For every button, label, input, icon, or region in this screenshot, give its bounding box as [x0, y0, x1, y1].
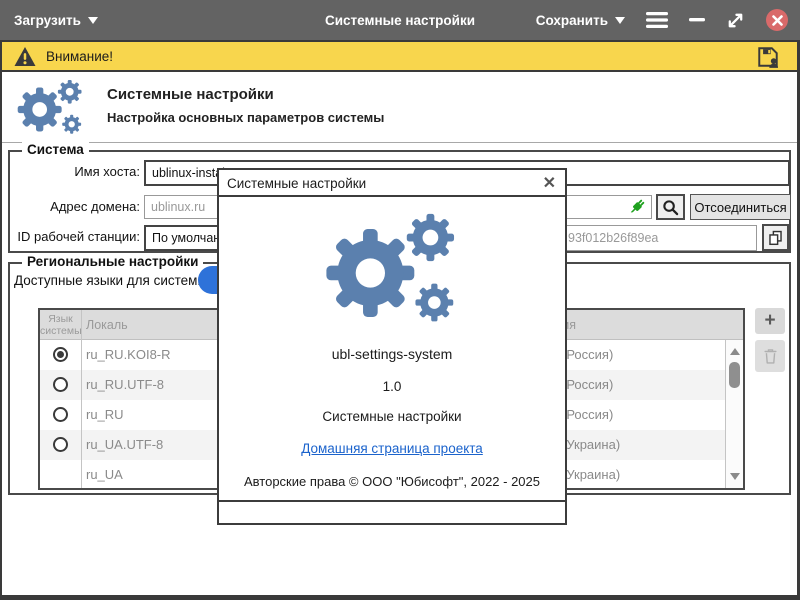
search-icon: [662, 199, 679, 216]
page-title: Системные настройки: [107, 86, 274, 103]
regional-section-legend: Региональные настройки: [22, 254, 203, 269]
trash-icon: [762, 347, 779, 365]
hostname-label: Имя хоста:: [12, 164, 140, 179]
warning-bar: Внимание!: [0, 42, 800, 72]
warning-text: Внимание!: [46, 49, 113, 64]
copy-icon: [767, 229, 784, 246]
workstation-id-label: ID рабочей станции:: [12, 229, 140, 244]
app-window: Загрузить Системные настройки Сохранить: [0, 0, 800, 600]
minimize-button[interactable]: [689, 18, 705, 22]
about-dialog-title: Системные настройки: [227, 176, 366, 191]
radio-icon[interactable]: [53, 407, 68, 422]
dialog-close-icon[interactable]: ✕: [543, 173, 556, 193]
page-header: Системные настройки Настройка основных п…: [2, 74, 797, 143]
close-icon: [772, 15, 783, 26]
column-header-system-language: Язык системы: [40, 313, 81, 337]
available-languages-label: Доступные языки для системы:: [14, 273, 211, 288]
load-button[interactable]: Загрузить: [14, 0, 98, 40]
window-border: [0, 42, 2, 600]
delete-locale-button[interactable]: [755, 340, 785, 372]
radio-icon[interactable]: [53, 347, 68, 362]
radio-icon[interactable]: [53, 377, 68, 392]
system-section-legend: Система: [22, 142, 89, 157]
toolbar-right-group: Сохранить: [536, 0, 788, 40]
window-title: Системные настройки: [325, 0, 475, 40]
radio-icon[interactable]: [53, 437, 68, 452]
toolbar: Загрузить Системные настройки Сохранить: [0, 0, 800, 42]
about-dialog-titlebar: Системные настройки ✕: [219, 170, 565, 197]
chevron-down-icon: [615, 17, 625, 24]
app-description: Системные настройки: [219, 409, 565, 424]
scroll-up-icon[interactable]: [730, 348, 740, 355]
warning-icon: [13, 46, 37, 67]
about-dialog: Системные настройки ✕ ubl-settings-syste…: [217, 168, 567, 525]
add-locale-button[interactable]: +: [755, 308, 785, 334]
search-domain-button[interactable]: [656, 194, 685, 220]
minimize-icon: [689, 18, 705, 22]
disconnect-button[interactable]: Отсоединиться: [690, 194, 791, 220]
window-border: [0, 595, 800, 600]
column-header-locale: Локаль: [86, 318, 128, 332]
close-button[interactable]: [766, 9, 788, 31]
maximize-icon: [726, 11, 745, 30]
save-user-icon: [756, 45, 780, 69]
scrollbar-thumb[interactable]: [729, 362, 740, 388]
scroll-down-icon[interactable]: [730, 473, 740, 480]
menu-icon: [646, 12, 668, 28]
chevron-down-icon: [88, 17, 98, 24]
domain-label: Адрес домена:: [12, 199, 140, 214]
save-button-label: Сохранить: [536, 13, 608, 28]
page-subtitle: Настройка основных параметров системы: [107, 110, 384, 125]
plug-icon: [627, 197, 647, 222]
copy-id-button[interactable]: [762, 224, 789, 251]
save-config-button[interactable]: [756, 45, 780, 74]
dialog-footer: [219, 500, 565, 523]
add-icon: +: [764, 310, 775, 332]
homepage-link[interactable]: Домашняя страница проекта: [301, 441, 483, 456]
gears-logo-icon: [10, 77, 92, 146]
save-button[interactable]: Сохранить: [536, 13, 625, 28]
column-divider: [81, 310, 82, 488]
copyright-text: Авторские права © ООО "Юбисофт", 2022 - …: [219, 474, 565, 489]
load-button-label: Загрузить: [14, 13, 81, 28]
gears-logo-icon: [319, 208, 467, 341]
maximize-button[interactable]: [726, 11, 745, 30]
app-name: ubl-settings-system: [219, 346, 565, 362]
app-version: 1.0: [219, 379, 565, 394]
menu-button[interactable]: [646, 12, 668, 28]
table-scrollbar[interactable]: [725, 340, 743, 488]
